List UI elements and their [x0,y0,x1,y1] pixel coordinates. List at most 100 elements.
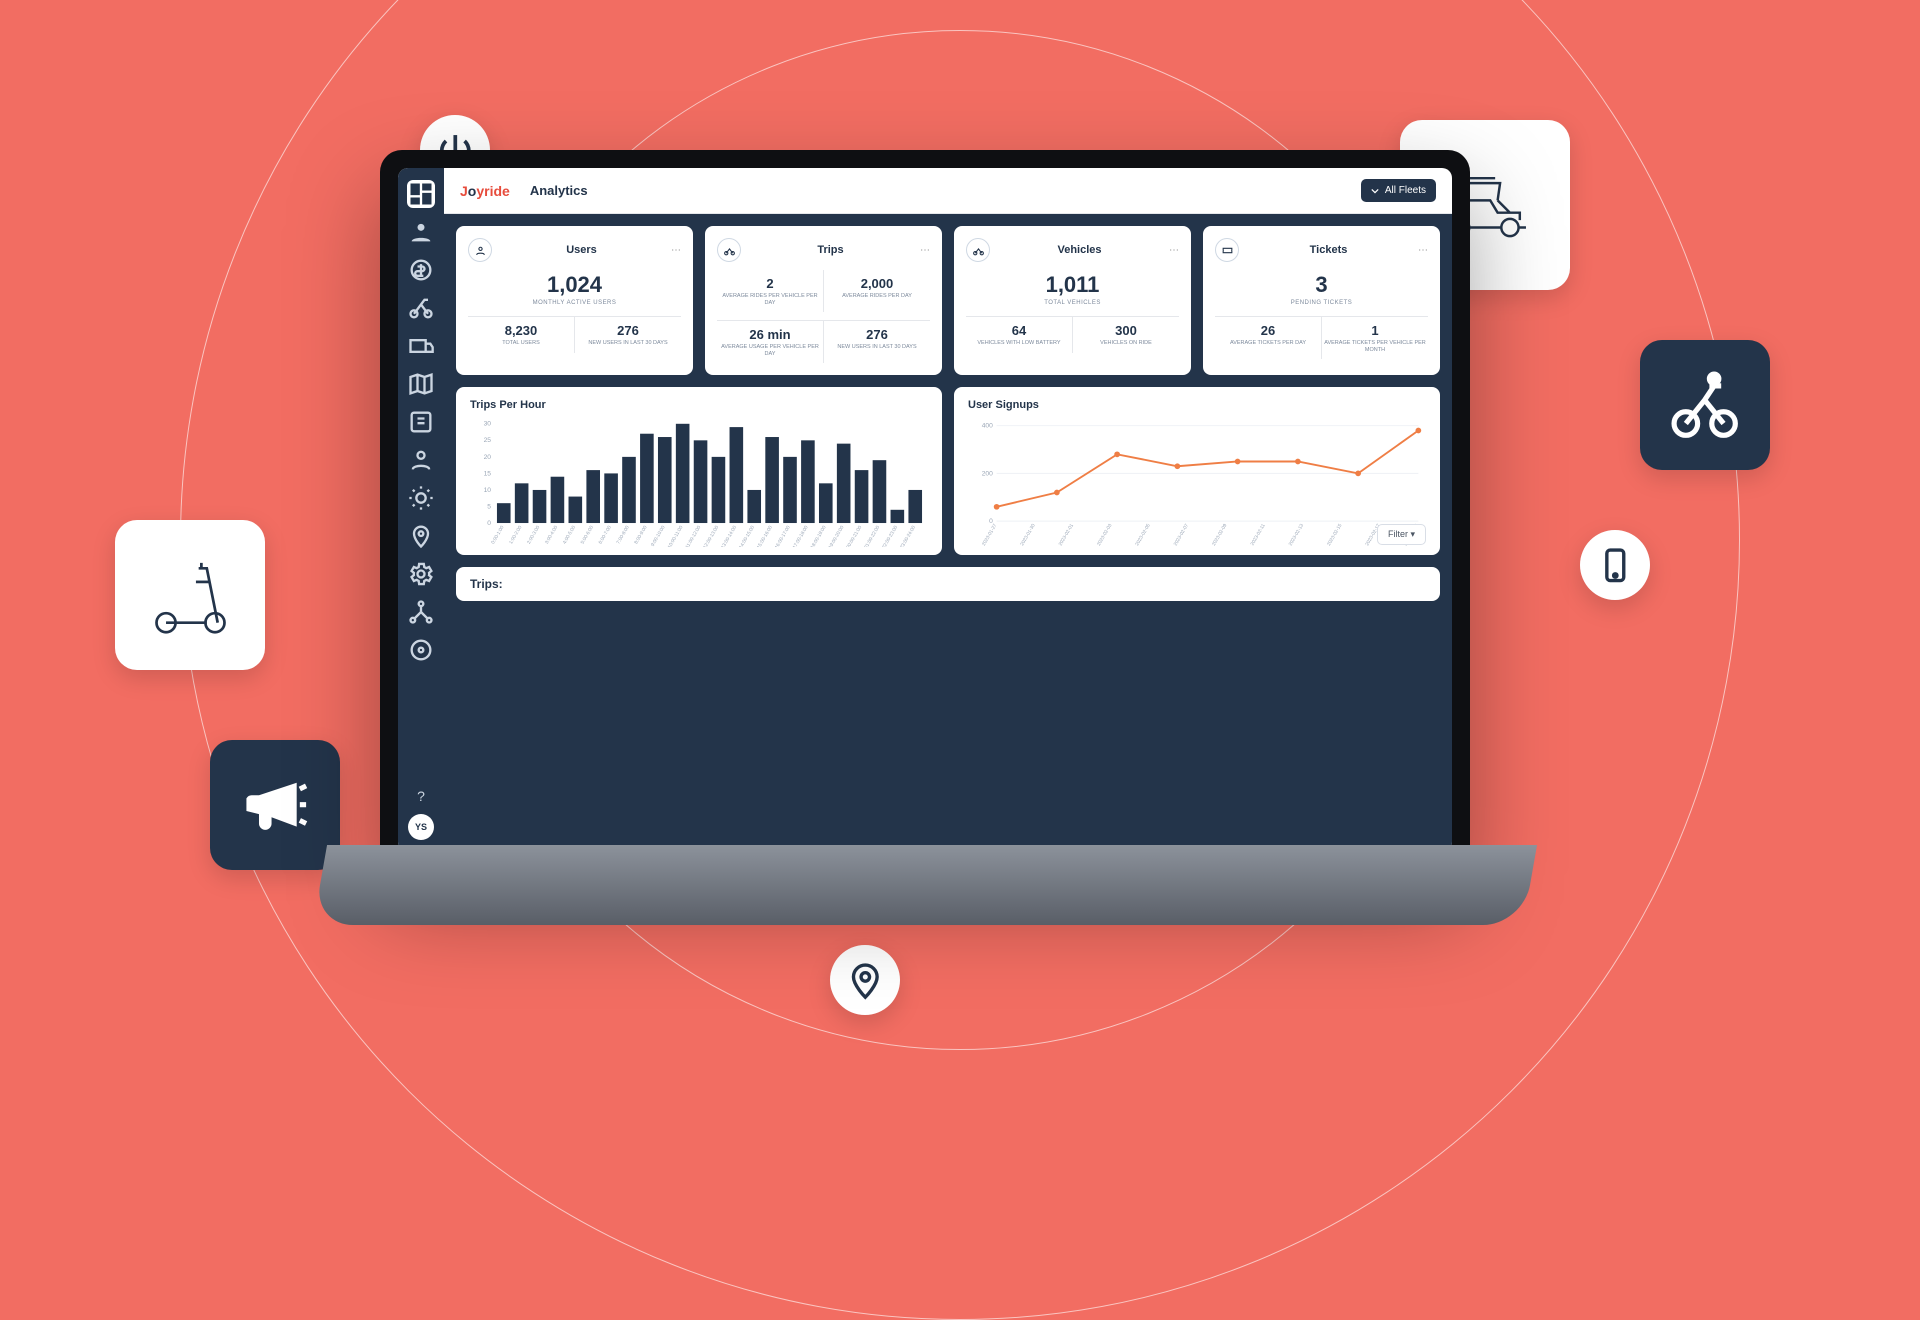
svg-text:200: 200 [982,471,993,478]
ticket-icon [1215,238,1239,262]
vehicles-c0-label: Vehicles with Low Battery [968,340,1070,347]
tickets-c0-value: 26 [1217,323,1319,338]
svg-text:20: 20 [484,454,492,461]
tickets-card-title: Tickets [1247,244,1410,256]
megaphone-icon [210,740,340,870]
users-main-caption: MONTHLY ACTIVE USERS [468,300,681,306]
svg-text:2023-02-09: 2023-02-09 [1211,523,1229,547]
svg-text:1:00-2:00: 1:00-2:00 [508,525,523,546]
users-new-label: New Users in Last 30 Days [577,340,679,347]
tickets-main-value: 3 [1215,272,1428,298]
page-title: Analytics [530,183,588,198]
trips-per-hour-chart: Trips Per Hour 0510152025300:00-1:001:00… [456,387,942,555]
sidebar-dashboard-icon[interactable] [407,180,435,208]
svg-text:2023-02-15: 2023-02-15 [1326,523,1344,547]
user-signups-chart: User Signups 02004002023-01-272023-01-30… [954,387,1440,555]
fleet-selector[interactable]: All Fleets [1361,179,1436,202]
svg-text:21:00-22:00: 21:00-22:00 [863,525,881,547]
svg-text:3:00-4:00: 3:00-4:00 [544,525,559,546]
svg-text:5:00-6:00: 5:00-6:00 [580,525,595,546]
vehicles-main-value: 1,011 [966,272,1179,298]
users-total-label: Total Users [470,340,572,347]
svg-text:17:00-18:00: 17:00-18:00 [792,525,810,547]
trips-c3-value: 276 [826,327,928,342]
chevron-down-icon [1371,187,1379,195]
svg-text:2023-02-11: 2023-02-11 [1250,523,1267,547]
sidebar-vehicles-icon[interactable] [407,294,435,322]
tickets-c1-value: 1 [1324,323,1426,338]
trips-c0-label: Average Rides Per Vehicle Per Day [719,293,821,306]
svg-text:15:00-16:00: 15:00-16:00 [756,525,774,547]
trips-card-menu[interactable]: ⋯ [920,245,930,256]
svg-text:8:00-9:00: 8:00-9:00 [633,525,648,546]
user-avatar[interactable]: YS [408,814,434,840]
svg-text:0:00-1:00: 0:00-1:00 [490,525,505,546]
users-new-value: 276 [577,323,679,338]
trips-c1-label: Average Rides Per Day [826,293,928,300]
signups-filter-button[interactable]: Filter ▾ [1377,524,1426,545]
trips-c2-value: 26 min [719,327,821,342]
svg-text:6:00-7:00: 6:00-7:00 [598,525,613,546]
svg-text:2023-02-07: 2023-02-07 [1173,523,1191,547]
vehicles-c1-value: 300 [1075,323,1177,338]
user-icon [468,238,492,262]
smartphone-icon [1580,530,1650,600]
svg-text:10:00-11:00: 10:00-11:00 [667,525,685,547]
svg-text:2023-02-05: 2023-02-05 [1134,523,1152,547]
vehicles-c1-label: Vehicles on Ride [1075,340,1177,347]
tickets-card-menu[interactable]: ⋯ [1418,245,1428,256]
users-main-value: 1,024 [468,272,681,298]
svg-text:18:00-19:00: 18:00-19:00 [810,525,828,547]
svg-text:2023-02-13: 2023-02-13 [1288,523,1306,547]
bicycle-icon [1640,340,1770,470]
location-pin-icon [830,945,900,1015]
svg-text:19:00-20:00: 19:00-20:00 [827,525,845,547]
laptop-base [313,845,1537,925]
users-total-value: 8,230 [470,323,572,338]
sidebar-revenue-icon[interactable] [407,256,435,284]
dashboard-body: Users ⋯ 1,024 MONTHLY ACTIVE USERS 8,230… [444,214,1452,852]
signups-chart-title: User Signups [968,399,1426,411]
users-card-menu[interactable]: ⋯ [671,245,681,256]
vehicles-card-title: Vehicles [998,244,1161,256]
tickets-c1-label: Average Tickets Per Vehicle Per Month [1324,340,1426,353]
tickets-c0-label: Average Tickets Per Day [1217,340,1319,347]
svg-text:25: 25 [484,438,492,445]
sidebar-map-icon[interactable] [407,370,435,398]
svg-text:11:00-12:00: 11:00-12:00 [685,525,703,547]
trips-strip-label: Trips: [470,577,503,591]
vehicles-card-menu[interactable]: ⋯ [1169,245,1179,256]
users-card: Users ⋯ 1,024 MONTHLY ACTIVE USERS 8,230… [456,226,693,375]
svg-text:22:00-23:00: 22:00-23:00 [881,525,899,547]
sidebar-geofence-icon[interactable] [407,522,435,550]
sidebar-rewards-icon[interactable] [407,484,435,512]
vehicles-c0-value: 64 [968,323,1070,338]
sidebar-riders-icon[interactable] [407,218,435,246]
svg-text:16:00-17:00: 16:00-17:00 [774,525,792,547]
tickets-card: Tickets ⋯ 3 PENDING TICKETS 26 Average Ti… [1203,226,1440,375]
trips-c2-label: Average Usage Per Vehicle Per Day [719,344,821,357]
svg-text:9:00-10:00: 9:00-10:00 [650,525,667,547]
sidebar-tickets-icon[interactable] [407,408,435,436]
sidebar-users-icon[interactable] [407,446,435,474]
svg-text:2023-02-01: 2023-02-01 [1058,523,1076,547]
sidebar-settings-icon[interactable] [407,560,435,588]
svg-text:15: 15 [484,471,492,478]
sidebar-help-icon[interactable]: ? [417,788,425,804]
svg-text:2023-01-27: 2023-01-27 [981,523,999,547]
trips-strip: Trips: [456,567,1440,601]
trips-chart-title: Trips Per Hour [470,399,928,411]
trips-c0-value: 2 [719,276,821,291]
sidebar-preferences-icon[interactable] [407,636,435,664]
svg-text:5: 5 [487,504,491,511]
sidebar: ? YS [398,168,444,852]
svg-text:0: 0 [487,520,491,527]
sidebar-operations-icon[interactable] [407,332,435,360]
scooter-icon [115,520,265,670]
svg-text:14:00-15:00: 14:00-15:00 [738,525,756,547]
bicycle-icon [966,238,990,262]
topbar: Joyride Analytics All Fleets [444,168,1452,214]
tickets-main-caption: PENDING TICKETS [1215,300,1428,306]
svg-text:2023-01-30: 2023-01-30 [1019,523,1037,547]
sidebar-org-icon[interactable] [407,598,435,626]
